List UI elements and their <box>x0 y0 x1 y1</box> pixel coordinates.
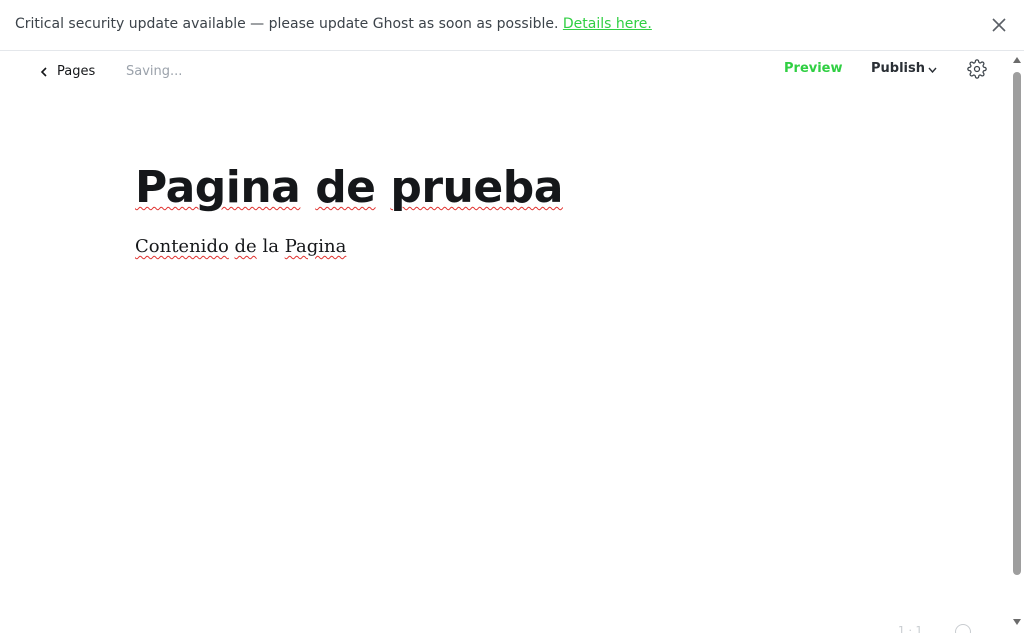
alert-message: Critical security update available — ple… <box>15 16 652 32</box>
alert-message-text: Critical security update available — ple… <box>15 16 563 32</box>
security-alert-bar: Critical security update available — ple… <box>0 0 1024 51</box>
page-body-editor[interactable]: Contenido de la Pagina <box>135 236 346 257</box>
scroll-down-arrow[interactable] <box>1013 619 1021 625</box>
page-title-input[interactable]: Pagina de prueba <box>135 162 563 213</box>
vertical-scrollbar[interactable] <box>1010 51 1024 633</box>
preview-button[interactable]: Preview <box>784 61 843 76</box>
body-word: Contenido <box>135 236 229 257</box>
title-word: Pagina <box>135 162 301 213</box>
alert-details-link[interactable]: Details here. <box>563 16 652 32</box>
publish-button[interactable]: Publish <box>871 61 937 76</box>
back-to-pages-link[interactable]: Pages <box>40 64 95 79</box>
back-link-label: Pages <box>57 64 96 79</box>
body-word: de <box>234 236 257 257</box>
word-count: 1 · 1 <box>898 624 923 633</box>
gear-icon[interactable] <box>967 59 987 79</box>
scroll-up-arrow[interactable] <box>1013 57 1021 63</box>
editor-header: Pages Saving... Preview Publish <box>0 51 1010 93</box>
chevron-down-icon <box>928 67 937 73</box>
title-word: prueba <box>390 162 563 213</box>
chevron-left-icon <box>40 66 47 77</box>
close-icon[interactable] <box>989 15 1009 35</box>
scrollbar-thumb[interactable] <box>1013 72 1021 575</box>
help-icon[interactable] <box>955 624 971 633</box>
body-word: Pagina <box>284 236 347 257</box>
publish-label: Publish <box>871 61 925 76</box>
title-word: de <box>315 162 376 213</box>
body-word: la <box>262 236 279 257</box>
saving-status: Saving... <box>126 64 183 79</box>
